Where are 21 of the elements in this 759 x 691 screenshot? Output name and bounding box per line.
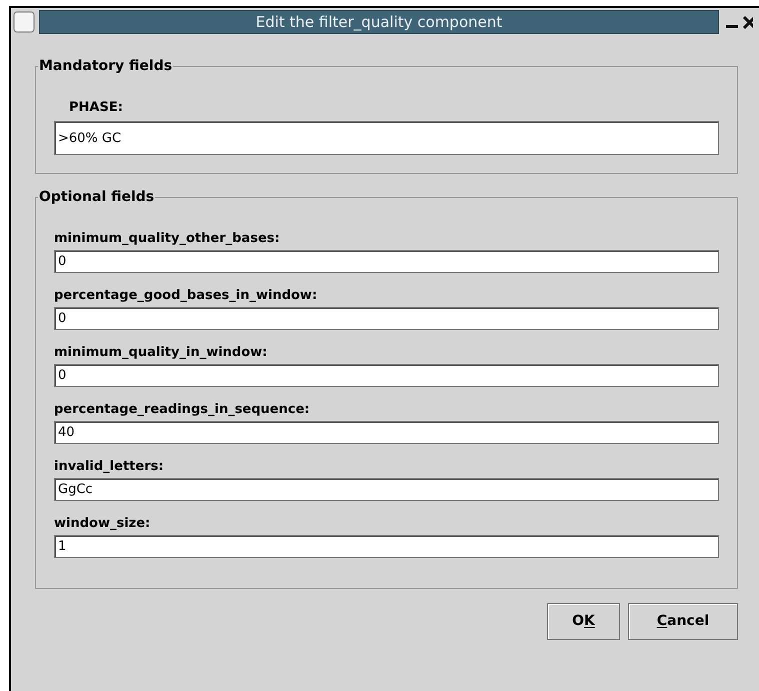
fieldset-legend: Mandatory fields xyxy=(38,56,174,77)
field-label: percentage_good_bases_in_window: xyxy=(54,287,318,305)
text-field[interactable]: 0 xyxy=(54,250,719,273)
text-field[interactable]: 0 xyxy=(54,307,719,330)
text-field[interactable]: 1 xyxy=(54,535,719,558)
field-label: minimum_quality_in_window: xyxy=(54,344,268,362)
ok-button[interactable]: OK xyxy=(547,603,620,640)
cancel-button[interactable]: Cancel xyxy=(628,603,738,640)
field-label: window_size: xyxy=(54,515,152,533)
text-field[interactable]: GgCc xyxy=(54,478,719,501)
window-menu-icon[interactable] xyxy=(13,11,35,33)
field-label: minimum_quality_other_bases: xyxy=(54,230,281,248)
close-icon[interactable] xyxy=(743,15,753,29)
text-field[interactable]: >60% GC xyxy=(54,121,719,155)
text-field[interactable]: 0 xyxy=(54,364,719,387)
field-label: invalid_letters: xyxy=(54,458,165,476)
text-field[interactable]: 40 xyxy=(54,421,719,444)
field-label: percentage_readings_in_sequence: xyxy=(54,401,311,419)
field-label: PHASE: xyxy=(69,99,124,117)
fieldset-legend: Optional fields xyxy=(38,187,156,208)
window-title: Edit the filter_quality component xyxy=(256,12,502,33)
